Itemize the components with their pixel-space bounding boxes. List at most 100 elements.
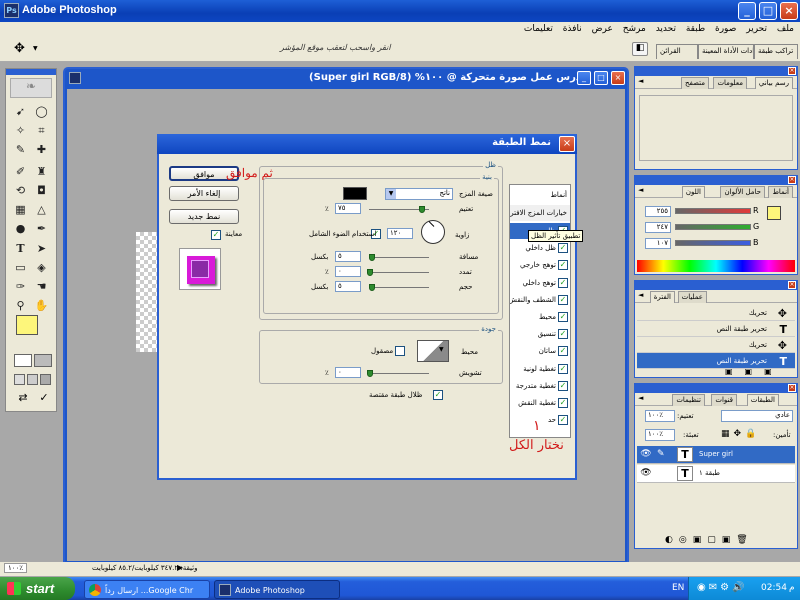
- magic-wand-icon[interactable]: ✧: [12, 122, 29, 139]
- layers-titlebar[interactable]: ×: [635, 384, 797, 393]
- style-checkbox[interactable]: ✓: [558, 277, 568, 288]
- tab-navigator[interactable]: متصفح: [681, 77, 709, 89]
- lock-icons[interactable]: ▦✥🔒: [721, 429, 760, 439]
- shape-icon[interactable]: ▭: [12, 259, 29, 276]
- history-footer-icons[interactable]: ▣▣▣: [725, 367, 784, 376]
- style-list-item[interactable]: ✓ توهج خارجي: [510, 257, 570, 273]
- shadow-color-swatch[interactable]: [343, 187, 367, 200]
- menu-window[interactable]: نافذة: [563, 24, 582, 34]
- tab-tool-presets[interactable]: إعدادات الأداة المعينة: [698, 44, 754, 59]
- opacity-input[interactable]: ٧٥: [335, 203, 361, 214]
- panel-menu-icon[interactable]: ◄: [638, 186, 643, 194]
- rotate-icon[interactable]: ✋: [33, 297, 50, 314]
- palette-icon[interactable]: ◧: [632, 42, 648, 56]
- chevron-down-icon[interactable]: ▼: [33, 45, 38, 52]
- knockout-checkbox[interactable]: ✓: [433, 390, 443, 400]
- zoom-field[interactable]: ١٠٠٪: [4, 563, 28, 573]
- blend-mode-select[interactable]: ناتج ▼: [385, 188, 453, 200]
- foreground-color[interactable]: [16, 315, 38, 335]
- toolbox-titlebar[interactable]: [6, 69, 56, 75]
- style-checkbox[interactable]: ✓: [558, 398, 568, 408]
- panel-close-icon[interactable]: ×: [788, 67, 796, 75]
- move-tool-icon[interactable]: ➹: [12, 103, 29, 120]
- style-checkbox[interactable]: ✓: [558, 243, 568, 254]
- panel-menu-icon[interactable]: ◄: [638, 77, 643, 85]
- tab-channels[interactable]: قنوات: [711, 394, 737, 406]
- screen-mode-full-icon[interactable]: [27, 374, 38, 385]
- dodge-icon[interactable]: ●: [12, 220, 29, 237]
- tab-styles[interactable]: أنماط: [768, 186, 793, 198]
- tab-layers[interactable]: الطبقات: [746, 394, 779, 406]
- style-list-item[interactable]: ✓ ساتان: [510, 343, 570, 359]
- channel-value[interactable]: ٢٥٥: [645, 206, 671, 217]
- panel-close-icon[interactable]: ×: [788, 281, 796, 289]
- size-slider-thumb[interactable]: [369, 284, 375, 291]
- size-input[interactable]: ٥: [335, 281, 361, 292]
- style-checkbox[interactable]: ✓: [558, 312, 568, 322]
- noise-slider-thumb[interactable]: [367, 370, 373, 377]
- size-slider[interactable]: [369, 287, 429, 288]
- history-titlebar[interactable]: ×: [635, 281, 797, 290]
- language-indicator[interactable]: EN: [672, 583, 684, 593]
- pen-icon[interactable]: ✒: [33, 220, 50, 237]
- brush-icon[interactable]: ✐: [12, 163, 29, 180]
- contour-picker[interactable]: [417, 340, 449, 362]
- style-list-item[interactable]: أنماط: [510, 187, 570, 203]
- slice-icon[interactable]: ✎: [12, 141, 29, 158]
- panel-menu-icon[interactable]: ◄: [638, 394, 643, 402]
- close-button[interactable]: ×: [780, 2, 798, 20]
- blend-mode-dropdown[interactable]: عادي: [721, 410, 793, 422]
- start-button[interactable]: start: [0, 577, 75, 600]
- minimize-button[interactable]: _: [738, 2, 756, 20]
- style-list-item[interactable]: ✓ محيط: [510, 309, 570, 325]
- angle-input[interactable]: ١٢٠: [387, 228, 413, 239]
- style-list-item[interactable]: ✓ تغطية متدرجة: [510, 378, 570, 394]
- angle-dial[interactable]: [421, 220, 445, 244]
- type-icon[interactable]: T: [12, 240, 29, 257]
- menu-view[interactable]: عرض: [592, 24, 613, 34]
- doc-maximize-button[interactable]: □: [594, 71, 608, 85]
- style-list-item[interactable]: ✓ تغطية لونية: [510, 361, 570, 377]
- preview-checkbox[interactable]: ✓: [211, 230, 221, 240]
- healing-icon[interactable]: ✚: [33, 141, 50, 158]
- dialog-titlebar[interactable]: نمط الطبقة ×: [157, 134, 577, 154]
- style-list-item[interactable]: خيارات المزج الافتراضي: [510, 205, 570, 221]
- eye-icon[interactable]: 👁: [639, 468, 653, 480]
- distance-input[interactable]: ٥: [335, 251, 361, 262]
- lasso-icon[interactable]: ◯: [33, 103, 50, 120]
- title-bar[interactable]: Ps Adobe Photoshop _ □ ×: [0, 0, 800, 22]
- imageready-icon[interactable]: ⇄: [14, 391, 32, 406]
- zoom-icon[interactable]: ⚲: [12, 297, 29, 314]
- hand-icon[interactable]: ☚: [33, 278, 50, 295]
- panel-close-icon[interactable]: ×: [788, 176, 796, 184]
- screen-mode-icon[interactable]: [14, 374, 25, 385]
- new-style-button[interactable]: نمط جديد: [169, 209, 239, 224]
- standard-mode-icon[interactable]: [14, 354, 32, 367]
- feather-icon[interactable]: ❧: [10, 78, 52, 98]
- style-list-item[interactable]: ✓ الشطف والنقش: [510, 292, 570, 308]
- style-list-item[interactable]: ✓ ظل داخلي: [510, 240, 570, 256]
- history-item[interactable]: T تحرير طبقة النص: [637, 321, 795, 337]
- blur-icon[interactable]: △: [33, 201, 50, 218]
- tab-swatches[interactable]: حامل الألوان: [720, 186, 765, 198]
- menu-file[interactable]: ملف: [777, 24, 794, 34]
- tab-color[interactable]: اللون: [681, 186, 705, 198]
- tab-histogram[interactable]: رسم بياني: [754, 77, 793, 89]
- doc-minimize-button[interactable]: _: [577, 71, 591, 85]
- style-checkbox[interactable]: ✓: [558, 380, 568, 391]
- channel-slider[interactable]: [675, 224, 751, 230]
- history-brush-icon[interactable]: ⟲: [12, 182, 29, 199]
- doc-close-button[interactable]: ×: [611, 71, 625, 85]
- chevron-down-icon[interactable]: ▼: [439, 346, 444, 353]
- status-arrow-icon[interactable]: ▶: [177, 563, 183, 572]
- screen-mode-dark-icon[interactable]: [40, 374, 51, 385]
- noise-input[interactable]: ٠: [335, 367, 361, 378]
- stamp-icon[interactable]: ♜: [33, 163, 50, 180]
- notes-icon[interactable]: ◈: [33, 259, 50, 276]
- channel-value[interactable]: ٢٤٧: [645, 222, 671, 233]
- jump-icon[interactable]: ✓: [36, 391, 52, 406]
- task-photoshop[interactable]: Adobe Photoshop: [214, 580, 340, 599]
- tab-info[interactable]: معلومات: [713, 77, 747, 89]
- path-select-icon[interactable]: ➤: [33, 240, 50, 257]
- menu-edit[interactable]: تحرير: [746, 24, 767, 34]
